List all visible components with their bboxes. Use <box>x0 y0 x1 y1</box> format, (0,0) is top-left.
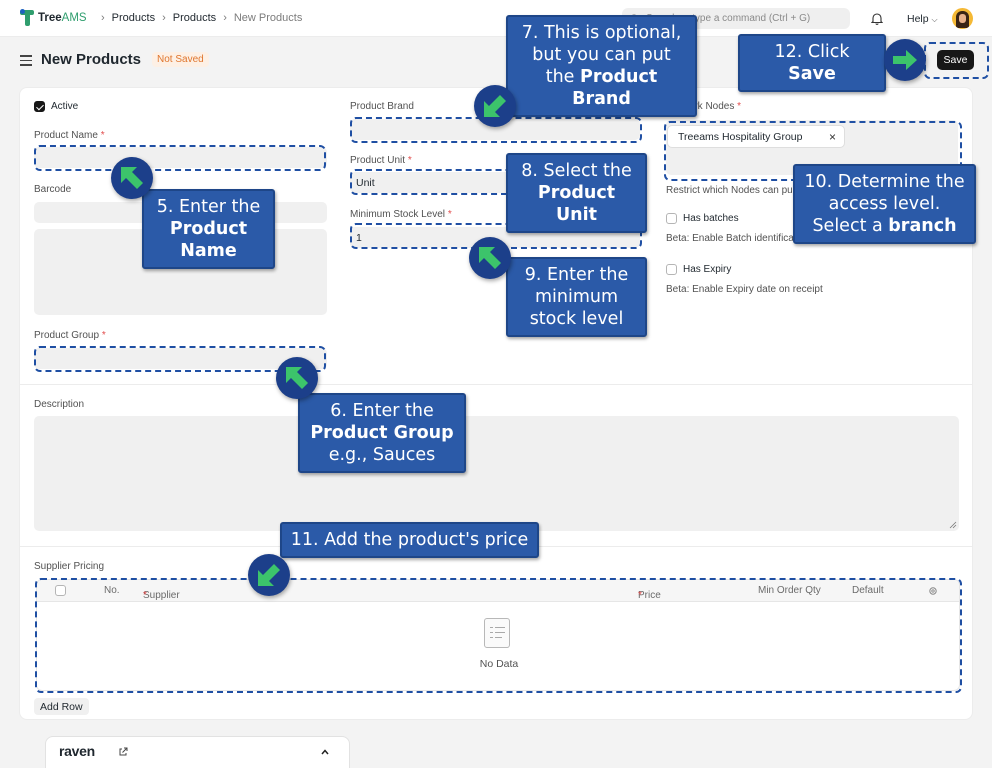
required-mark: * <box>737 101 742 112</box>
callout-step9-line2: minimum <box>534 287 619 307</box>
logo-text-ams: AMS <box>61 12 87 24</box>
has-expiry-label: Has Expiry <box>683 264 732 275</box>
status-badge: Not Saved <box>152 52 209 67</box>
callout-step5-line2: Product <box>169 219 248 239</box>
callout-step10-line2: access level. <box>828 194 941 214</box>
description-label: Description <box>34 399 85 410</box>
external-link-icon[interactable] <box>118 747 128 757</box>
callout-step7-line1: 7. This is optional, <box>521 23 682 43</box>
callout-step7: 7. This is optional, but you can put the… <box>506 15 697 117</box>
product-unit-label-text: Product Unit <box>350 155 406 166</box>
top-navbar: TreeAMS › Products › Products › New Prod… <box>0 0 992 37</box>
callout-step8: 8. Select the Product Unit <box>506 153 647 233</box>
help-menu[interactable]: Help ⌵ <box>907 13 938 25</box>
supplier-pricing-label: Supplier Pricing <box>34 561 105 572</box>
has-batches-label: Has batches <box>683 213 739 224</box>
required-mark: * <box>447 209 452 220</box>
arrow-right-icon <box>893 50 917 70</box>
product-group-label-text: Product Group <box>34 330 100 341</box>
sidebar-toggle-icon[interactable] <box>20 55 32 69</box>
callout-step10-line3a: Select a <box>812 216 889 236</box>
callout-step12: 12. Click Save <box>738 34 886 92</box>
callout-step5: 5. Enter the Product Name <box>142 189 275 269</box>
callout-step8-line2: Product Unit <box>537 183 616 225</box>
resize-handle-icon[interactable] <box>949 521 957 529</box>
product-group-label: Product Group * <box>34 330 106 341</box>
arrow-down-left-icon <box>258 564 280 586</box>
callout-step11-line1: 11. Add the product's price <box>290 530 529 550</box>
chevron-right-icon: › <box>101 12 105 24</box>
arrow-pointer-step9 <box>469 237 511 279</box>
breadcrumb-products-module[interactable]: Products <box>112 12 155 24</box>
logo-text-tree: Tree <box>38 12 62 24</box>
callout-step12-bold: Save <box>788 64 836 84</box>
callout-step10: 10. Determine the access level. Select a… <box>793 164 976 244</box>
arrow-pointer-step11 <box>248 554 290 596</box>
callout-step7-line3b: Product Brand <box>572 67 658 109</box>
highlight-save <box>924 42 989 79</box>
callout-step10-line3b: branch <box>888 216 957 236</box>
callout-step6-line3: e.g., Sauces <box>328 445 436 465</box>
callout-step9-line1: 9. Enter the <box>524 265 629 285</box>
min-stock-label-text: Minimum Stock Level <box>350 209 446 220</box>
callout-step6-line1: 6. Enter the <box>330 401 434 421</box>
callout-step9: 9. Enter the minimum stock level <box>506 257 647 337</box>
user-avatar[interactable] <box>952 8 973 29</box>
logo-icon <box>20 9 36 27</box>
arrow-pointer-step7 <box>474 85 516 127</box>
breadcrumb-current: New Products <box>233 12 303 24</box>
has-batches-checkbox[interactable] <box>666 213 677 224</box>
has-expiry-hint: Beta: Enable Expiry date on receipt <box>666 284 823 295</box>
chevron-down-icon: ⌵ <box>931 15 938 24</box>
callout-step6: 6. Enter the Product Group e.g., Sauces <box>298 393 466 473</box>
arrow-up-left-icon <box>479 247 501 269</box>
help-label: Help <box>907 13 929 25</box>
callout-step6-line2: Product Group <box>310 423 454 443</box>
callout-step11: 11. Add the product's price <box>280 522 539 558</box>
callout-step9-line3: stock level <box>529 309 624 329</box>
highlight-supplier-pricing <box>35 578 962 693</box>
arrow-pointer-step12 <box>884 39 926 81</box>
highlight-product-name <box>34 145 326 171</box>
chevron-right-icon: › <box>162 12 166 24</box>
callout-step12-text: 12. Click <box>774 42 850 62</box>
has-batches-hint: Beta: Enable Batch identification <box>666 233 810 244</box>
arrow-pointer-step6 <box>276 357 318 399</box>
arrow-up-left-icon <box>286 367 308 389</box>
callout-step5-line3: Name <box>180 241 237 261</box>
callout-step7-line2: but you can put <box>532 45 671 65</box>
app-logo[interactable]: TreeAMS <box>20 9 87 27</box>
chevron-right-icon: › <box>223 12 227 24</box>
notification-bell-icon[interactable] <box>871 12 883 25</box>
callout-step5-line1: 5. Enter the <box>156 197 261 217</box>
breadcrumb-products-list[interactable]: Products <box>173 12 216 24</box>
chevron-up-icon[interactable] <box>320 747 330 757</box>
required-mark: * <box>407 155 412 166</box>
min-stock-label: Minimum Stock Level * <box>350 209 452 220</box>
raven-chat-panel[interactable]: raven <box>45 736 350 768</box>
required-mark: * <box>101 330 106 341</box>
description-textarea[interactable] <box>34 416 959 531</box>
required-mark: * <box>100 130 105 141</box>
product-name-label-text: Product Name <box>34 130 98 141</box>
callout-step10-line1: 10. Determine the <box>804 172 965 192</box>
breadcrumb: › Products › Products › New Products <box>94 12 302 24</box>
arrow-down-left-icon <box>484 95 506 117</box>
barcode-label: Barcode <box>34 184 72 195</box>
raven-label: raven <box>59 743 95 759</box>
section-divider <box>20 384 972 385</box>
callout-step8-line1: 8. Select the <box>521 161 632 181</box>
active-label: Active <box>51 101 79 112</box>
page-title: New Products <box>41 51 142 68</box>
product-brand-label: Product Brand <box>350 101 414 112</box>
arrow-up-left-icon <box>121 167 143 189</box>
arrow-pointer-step5 <box>111 157 153 199</box>
has-expiry-checkbox[interactable] <box>666 264 677 275</box>
product-unit-label: Product Unit * <box>350 155 412 166</box>
add-row-button[interactable]: Add Row <box>34 698 89 715</box>
product-name-label: Product Name * <box>34 130 105 141</box>
active-checkbox[interactable] <box>34 101 45 112</box>
callout-step7-line3a: the <box>545 67 581 87</box>
